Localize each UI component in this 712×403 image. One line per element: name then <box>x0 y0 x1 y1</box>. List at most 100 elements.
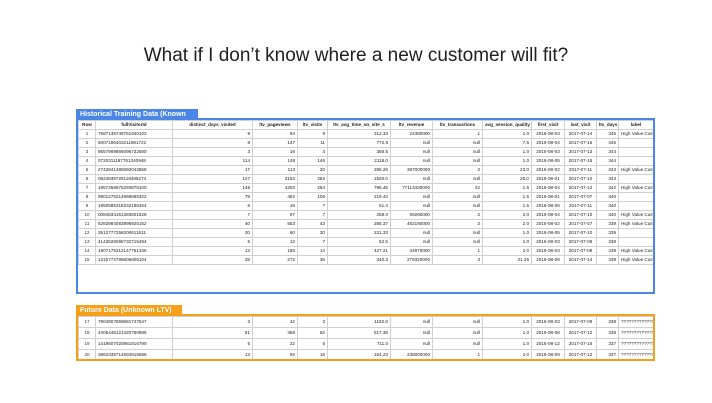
table-row: 13 4143626096732715494 6 13 7 52.5 null null 1.0… <box>78 237 653 247</box>
table-cell: 40 <box>172 219 253 229</box>
table-cell: 2017-07-14 <box>564 129 597 139</box>
table-cell: 1957458976293878100 <box>95 183 173 193</box>
table-cell: 1 <box>432 349 483 359</box>
table-cell: null <box>390 138 433 148</box>
table-cell: 2742841486650042868 <box>95 165 173 175</box>
table-cell: 9 <box>297 129 328 139</box>
table-cell: 2 <box>432 165 483 175</box>
table-cell: 2016-08-01 <box>531 192 565 202</box>
table-cell <box>618 156 653 166</box>
table-cell: 9801275214968695322 <box>95 192 173 202</box>
column-header: avg_session_quality <box>482 120 532 130</box>
table-cell: 114 <box>172 156 253 166</box>
table-cell: 5 <box>297 338 328 350</box>
table-cell: 1315772786606606104 <box>95 255 173 265</box>
table-cell: 340 <box>596 210 619 220</box>
table-cell: 1.0 <box>482 316 532 328</box>
table-row: 20 3862335714593915688 13 92 16 154.23 2380000… <box>78 349 653 359</box>
table-row: 18 4405445121320750986 51 358 62 517.36 null nu… <box>78 327 653 339</box>
table-row: 10 0084834161383601528 7 97 7 258.0 69260000 2 2… <box>78 210 653 220</box>
table-cell: High Value Customer <box>618 129 653 139</box>
table-cell: 28 <box>172 255 253 265</box>
table-cell: 6 <box>172 201 253 211</box>
future-table-container: 17 7904807959681747547 3 42 3 1162.0 null null 1… <box>76 314 655 361</box>
table-cell: null <box>432 338 483 350</box>
column-header: first_visit <box>531 120 565 130</box>
table-cell: 344 <box>596 147 619 157</box>
table-cell: 4143626096732715494 <box>95 237 173 247</box>
table-cell: 338 <box>596 316 619 328</box>
table-cell: 2017-07-08 <box>564 237 597 247</box>
table-cell: 16 <box>297 349 328 359</box>
table-cell: 9 <box>78 201 96 211</box>
column-header: ltv_revenue <box>390 120 433 130</box>
table-cell: 62 <box>297 327 328 339</box>
table-cell: 282 <box>297 174 328 184</box>
table-cell: 338 <box>596 327 619 339</box>
table-cell: 0720311197761340948 <box>95 156 173 166</box>
table-cell: 20 <box>172 228 253 238</box>
table-cell: 2016-08-03 <box>531 237 565 247</box>
table-row: 8 9801275214968695322 79 462 106 219.44 null nu… <box>78 192 653 202</box>
table-cell: 2017-07-12 <box>564 327 597 339</box>
table-cell: 2.0 <box>482 219 532 229</box>
table-cell: 180 <box>252 246 298 256</box>
table-cell: 19 <box>252 201 298 211</box>
table-cell: 2017-07-09 <box>564 316 597 328</box>
table-row: 4 0720311197761340948 114 148 146 2118.0 null n… <box>78 156 653 166</box>
table-cell: 92 <box>252 349 298 359</box>
table-cell: 2016-08-05 <box>531 228 565 238</box>
table-cell: 462190000 <box>390 219 433 229</box>
table-cell: 238000000 <box>390 349 433 359</box>
table-cell: 19 <box>78 338 96 350</box>
table-cell: 8 <box>78 192 96 202</box>
table-cell: 3862335714593915688 <box>95 349 173 359</box>
table-cell: 2 <box>432 210 483 220</box>
table-cell: 6 <box>78 174 96 184</box>
table-cell: 3 <box>297 147 328 157</box>
table-cell: ???????????????????? <box>618 349 653 359</box>
table-cell: 2016-08-03 <box>531 147 565 157</box>
table-cell: 7.5 <box>482 138 532 148</box>
table-cell: 2017-07-14 <box>564 255 597 265</box>
table-cell: 272 <box>252 255 298 265</box>
table-cell <box>618 147 653 157</box>
table-row: 11 6283984083898925152 40 553 43 285.37 462190… <box>78 219 653 229</box>
table-cell: 148 <box>172 183 253 193</box>
table-cell: 21.25 <box>482 255 532 265</box>
table-cell: 5 <box>78 165 96 175</box>
table-cell: 0084834161383601528 <box>95 210 173 220</box>
table-cell: 796.46 <box>327 183 391 193</box>
table-cell: 2017-07-13 <box>564 147 597 157</box>
table-cell: 2016-08-04 <box>531 138 565 148</box>
table-row: 1 7587138749751940102 9 94 9 312.33 24380000 1 1… <box>78 129 653 139</box>
table-cell: 339 <box>596 237 619 247</box>
table-cell: 2016-08-05 <box>531 201 565 211</box>
table-cell: 13 <box>78 237 96 247</box>
table-cell: 23.0 <box>482 165 532 175</box>
table-cell: 344 <box>596 156 619 166</box>
table-cell: 286.28 <box>327 165 391 175</box>
table-cell: 1.5 <box>482 201 532 211</box>
table-cell: 4303 <box>252 183 298 193</box>
table-cell: High Value Customer <box>618 210 653 220</box>
table-cell: 106 <box>297 192 328 202</box>
table-cell: null <box>432 327 483 339</box>
table-cell: 18 <box>78 327 96 339</box>
historical-table: Row fullVisitorId distinct_days_visited ltv… <box>78 120 653 265</box>
table-cell: ???????????????????? <box>618 316 653 328</box>
table-cell: 3512777258200611611 <box>95 228 173 238</box>
table-cell: 356.5 <box>327 147 391 157</box>
table-cell: 2016-08-03 <box>531 129 565 139</box>
table-cell: 7 <box>297 210 328 220</box>
table-cell: 4 <box>78 156 96 166</box>
table-cell: 337 <box>596 349 619 359</box>
table-cell <box>618 201 653 211</box>
table-cell: 7587138749751940102 <box>95 129 173 139</box>
table-cell: 36 <box>297 255 328 265</box>
table-cell: 147 <box>252 138 298 148</box>
table-cell: 8 <box>172 138 253 148</box>
table-cell: 387000000 <box>390 165 433 175</box>
table-cell: 7 <box>172 210 253 220</box>
table-cell: 2 <box>432 219 483 229</box>
